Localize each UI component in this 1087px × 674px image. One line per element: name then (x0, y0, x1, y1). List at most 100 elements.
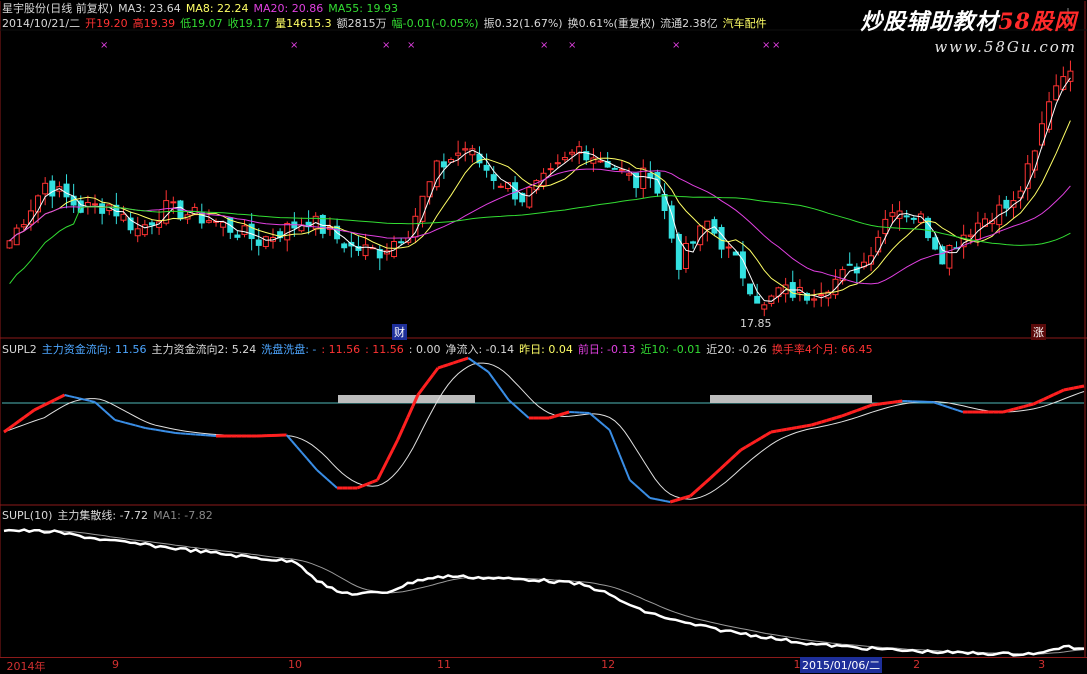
flow-segment (564, 412, 569, 414)
flow-segment (887, 402, 892, 403)
flow-segment (312, 464, 317, 470)
quote-item-9: 换0.61%(重复权) (568, 17, 656, 30)
quote-item-3: 低19.07 (180, 17, 223, 30)
flow-segment (811, 424, 816, 426)
supl2-item-5: : 11.56 (365, 343, 404, 356)
supl2-item-3: 洗盘洗盘: - (261, 343, 316, 356)
x-label-4: 12 (601, 658, 615, 671)
flow-segment (842, 414, 847, 416)
candles (7, 61, 1073, 317)
info-item-2: MA8: 22.24 (186, 2, 249, 15)
candle-body (691, 242, 696, 243)
flow-segment (418, 388, 423, 395)
flow-segment (458, 360, 463, 362)
flow-segment (19, 417, 24, 421)
candle-body (555, 163, 560, 164)
candle-body (612, 168, 617, 169)
flow-segment (383, 460, 388, 470)
x-axis (0, 657, 1087, 674)
candle-body (705, 221, 710, 229)
flow-segment (14, 421, 19, 425)
flow-segment (29, 410, 34, 414)
flow-segment (150, 429, 155, 430)
candle-body (149, 223, 154, 225)
flow-segment (54, 398, 59, 401)
candle-body (21, 225, 26, 227)
flow-segment (791, 428, 796, 429)
flow-segment (786, 429, 791, 430)
flow-segment (771, 431, 776, 432)
candle-body (206, 221, 211, 223)
flow-segment (90, 401, 95, 402)
ma1-line (4, 530, 1084, 654)
flow-segment (423, 382, 428, 389)
flow-segment (711, 473, 716, 478)
flow-segment (958, 410, 963, 412)
flow-segment (468, 358, 473, 362)
finance-marker[interactable]: 财 (392, 324, 407, 340)
flow-segment (322, 475, 327, 480)
flow-segment (483, 369, 488, 373)
limit-up-marker[interactable]: 涨 (1031, 324, 1046, 340)
flow-segment (1018, 407, 1023, 408)
flow-segment (4, 428, 9, 432)
quote-item-1: 开19.20 (85, 17, 128, 30)
candle-body (121, 214, 126, 220)
event-mark-4: × (540, 40, 548, 51)
flow-segment (145, 428, 150, 429)
info-item-1: MA3: 23.64 (118, 2, 181, 15)
flow-segment (695, 487, 700, 492)
info-item-3: MA20: 20.86 (254, 2, 324, 15)
flow-segment (594, 417, 599, 421)
quote-item-2: 高19.39 (133, 17, 176, 30)
flow-segment (362, 484, 367, 486)
flow-segment (675, 499, 680, 501)
flow-segment (80, 399, 85, 400)
flow-segment (160, 431, 165, 432)
flow-segment (620, 455, 625, 468)
candle-body (1004, 200, 1009, 208)
event-mark-5: × (568, 40, 576, 51)
supl10-item-0: SUPL(10) (2, 509, 52, 522)
flow-segment (822, 421, 827, 423)
flow-segment (867, 405, 872, 407)
flow-segment (115, 420, 120, 421)
flow-segment (367, 482, 372, 484)
candle-body (904, 216, 909, 217)
flow-segment (332, 484, 337, 489)
flow-segment (716, 469, 721, 474)
supl2-item-10: 近10: -0.01 (641, 343, 702, 356)
flow-segment (1079, 386, 1084, 387)
candle-body (726, 247, 731, 248)
flow-segment (736, 450, 741, 455)
candle-body (748, 284, 753, 294)
flow-segment (645, 494, 650, 499)
supl2-item-1: 主力资金流向: 11.56 (42, 343, 147, 356)
x-label-7: 3 (1038, 658, 1045, 671)
flow-segment (700, 483, 705, 488)
flow-segment (756, 438, 761, 441)
candle-body (527, 188, 532, 207)
selected-date[interactable]: 2015/01/06/二 (800, 657, 882, 673)
flow-segment (509, 400, 514, 405)
flow-segment (630, 480, 635, 485)
candle-body (100, 204, 105, 214)
flow-segment (705, 478, 710, 483)
flow-segment (1074, 387, 1079, 388)
flow-segment (155, 430, 160, 431)
flow-segment (165, 431, 170, 432)
candle-body (363, 245, 368, 256)
candle-body (64, 184, 69, 197)
event-mark-8: × (772, 40, 780, 51)
flow-segment (862, 407, 867, 409)
low-price-label: 17.85 (740, 317, 772, 330)
flow-segment (327, 479, 332, 484)
flow-segment (317, 470, 322, 475)
chart-canvas[interactable] (0, 0, 1087, 673)
candle-body (142, 225, 147, 235)
candle-body (171, 202, 176, 203)
flow-segment (130, 424, 135, 425)
quote-item-4: 收19.17 (228, 17, 271, 30)
panel3-legend: SUPL(10)主力集散线: -7.72MA1: -7.82 (2, 509, 218, 522)
flow-segment (100, 407, 105, 412)
